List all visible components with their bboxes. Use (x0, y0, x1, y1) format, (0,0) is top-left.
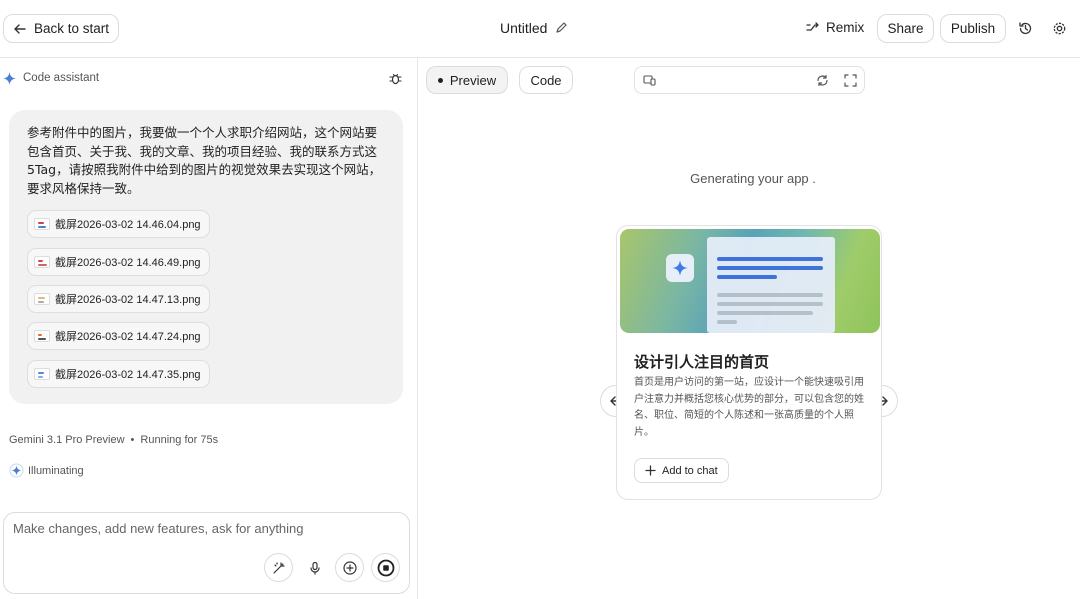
tab-code[interactable]: Code (519, 66, 573, 94)
pencil-icon[interactable] (554, 21, 568, 35)
attachment-chip[interactable]: 截屏2026-03-02 14.47.24.png (27, 322, 210, 350)
stop-generation-button[interactable] (371, 553, 400, 582)
share-button[interactable]: Share (877, 14, 934, 43)
bug-icon[interactable] (389, 72, 402, 85)
back-to-start-button[interactable]: Back to start (3, 14, 119, 43)
fullscreen-icon[interactable] (844, 74, 857, 87)
sparkle-icon (9, 463, 24, 478)
card-description: 首页是用户访问的第一站，应设计一个能快速吸引用户注意力并概括您核心优势的部分，可… (634, 377, 864, 438)
suggestion-card: 设计引人注目的首页 首页是用户访问的第一站，应设计一个能快速吸引用户注意力并概括… (616, 225, 882, 500)
attachment-chip[interactable]: 截屏2026-03-02 14.47.35.png (27, 360, 210, 388)
image-thumbnail (34, 218, 50, 230)
attachment-chip[interactable]: 截屏2026-03-02 14.46.49.png (27, 248, 210, 276)
remix-label: Remix (826, 20, 865, 35)
magic-wand-button[interactable] (264, 553, 293, 582)
image-thumbnail (34, 256, 50, 268)
gear-icon[interactable] (1052, 21, 1067, 36)
project-title[interactable]: Untitled (500, 20, 568, 36)
attachment-name: 截屏2026-03-02 14.47.13.png (55, 294, 201, 306)
add-to-chat-button[interactable]: Add to chat (634, 458, 729, 483)
chat-input[interactable] (13, 521, 393, 536)
add-attachment-button[interactable] (335, 553, 364, 582)
chat-composer (3, 512, 410, 594)
attachment-name: 截屏2026-03-02 14.47.24.png (55, 331, 201, 343)
refresh-icon[interactable] (816, 74, 829, 87)
document-mockup (707, 237, 835, 333)
image-thumbnail (34, 330, 50, 342)
tab-code-label: Code (530, 72, 562, 88)
model-status: Gemini 3.1 Pro Preview • Running for 75s (9, 434, 218, 446)
illuminating-status: Illuminating (9, 463, 84, 478)
user-message-bubble: 参考附件中的图片，我要做一个个人求职介绍网站，这个网站要包含首页、关于我、我的文… (9, 110, 403, 404)
microphone-button[interactable] (300, 553, 329, 582)
preview-panel: Preview Code Generating your app . 设计引人注… (418, 58, 1080, 599)
arrow-left-icon (13, 22, 27, 36)
sparkle-icon (672, 260, 688, 276)
publish-button[interactable]: Publish (940, 14, 1006, 43)
stop-icon (377, 559, 395, 577)
panel-title: Code assistant (23, 72, 100, 84)
code-assistant-panel: Code assistant 参考附件中的图片，我要做一个个人求职介绍网站，这个… (0, 58, 418, 599)
tab-preview-label: Preview (449, 72, 497, 88)
illuminating-label: Illuminating (28, 464, 84, 477)
remix-button[interactable]: Remix (806, 20, 864, 35)
attachment-name: 截屏2026-03-02 14.46.49.png (55, 257, 201, 269)
attachment-chip[interactable]: 截屏2026-03-02 14.46.04.png (27, 210, 210, 238)
back-to-start-label: Back to start (33, 21, 110, 36)
card-title: 设计引人注目的首页 (634, 353, 770, 371)
tab-preview[interactable]: Preview (426, 66, 508, 94)
image-thumbnail (34, 293, 50, 305)
status-separator: • (130, 434, 135, 446)
share-label: Share (887, 21, 924, 36)
sparkle-badge (666, 254, 694, 282)
project-title-text: Untitled (500, 20, 548, 36)
card-illustration (620, 229, 880, 333)
preview-address-bar (634, 66, 865, 94)
publish-label: Publish (950, 21, 996, 36)
plus-icon (645, 465, 656, 476)
attachment-name: 截屏2026-03-02 14.46.04.png (55, 219, 201, 231)
remix-icon (806, 21, 819, 34)
mic-icon (308, 561, 322, 575)
active-dot-icon (437, 77, 443, 83)
sparkle-icon (3, 72, 16, 85)
history-icon[interactable] (1018, 21, 1033, 36)
running-time: Running for 75s (140, 434, 219, 446)
image-thumbnail (34, 368, 50, 380)
user-message-text: 参考附件中的图片，我要做一个个人求职介绍网站，这个网站要包含首页、关于我、我的文… (27, 125, 382, 196)
attachment-name: 截屏2026-03-02 14.47.35.png (55, 369, 201, 381)
attachment-chip[interactable]: 截屏2026-03-02 14.47.13.png (27, 285, 210, 313)
generating-status: Generating your app . (690, 171, 816, 186)
wand-icon (272, 561, 286, 575)
device-icon[interactable] (643, 74, 656, 87)
model-name: Gemini 3.1 Pro Preview (9, 434, 125, 446)
add-to-chat-label: Add to chat (662, 464, 718, 477)
plus-icon (342, 560, 357, 575)
top-bar: Back to start Untitled Remix Share Publi… (0, 0, 1080, 58)
